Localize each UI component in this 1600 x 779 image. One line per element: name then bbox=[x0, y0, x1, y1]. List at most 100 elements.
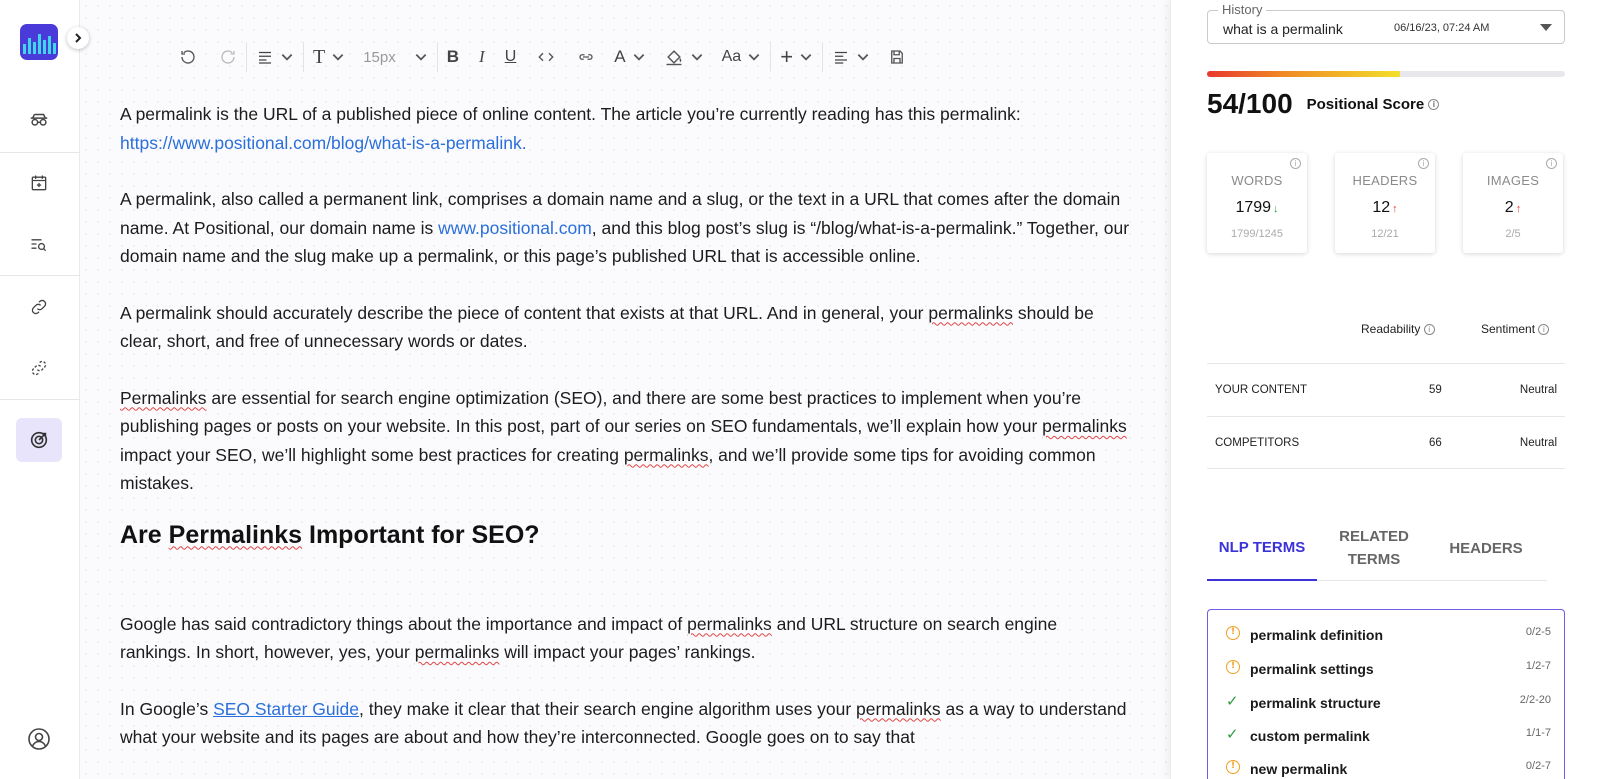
app-logo[interactable] bbox=[20, 24, 58, 60]
seo-starter-guide-link[interactable]: SEO Starter Guide bbox=[213, 699, 359, 719]
chevron-down-icon bbox=[281, 54, 293, 61]
rail-item-target[interactable] bbox=[16, 418, 62, 462]
list-item[interactable]: ! permalink definition 0/2-5 bbox=[1226, 624, 1551, 648]
history-date: 06/16/23, 07:24 AM bbox=[1394, 22, 1490, 34]
text-color-icon: A bbox=[614, 47, 626, 66]
warning-icon: ! bbox=[1226, 626, 1240, 640]
sentiment-header: Sentiment i bbox=[1481, 322, 1550, 336]
paragraph: Google has said contradictory things abo… bbox=[120, 613, 1058, 663]
words-card: i WORDS 1799 ↓ 1799/1245 bbox=[1207, 153, 1307, 253]
highlight-color-dropdown[interactable] bbox=[655, 42, 713, 72]
info-icon[interactable]: i bbox=[1428, 99, 1440, 111]
chevron-down-icon bbox=[691, 54, 702, 61]
info-icon[interactable]: i bbox=[1546, 158, 1557, 169]
italic-icon[interactable]: I bbox=[479, 47, 485, 67]
editor-area[interactable]: T 15px B I U A Aa + A permalink is the U… bbox=[80, 0, 1170, 779]
info-icon[interactable]: i bbox=[1538, 324, 1550, 336]
link-icon[interactable] bbox=[576, 48, 596, 66]
headers-card: i HEADERS 12 ↑ 12/21 bbox=[1335, 153, 1435, 253]
domain-link[interactable]: www.positional.com bbox=[438, 218, 592, 238]
insert-dropdown[interactable]: + bbox=[771, 42, 822, 72]
align-left-icon bbox=[835, 51, 848, 64]
redo-icon[interactable] bbox=[219, 48, 237, 66]
score-progress-bar bbox=[1207, 71, 1565, 77]
code-icon[interactable] bbox=[536, 48, 556, 66]
underline-icon[interactable]: U bbox=[505, 48, 517, 66]
check-icon: ✓ bbox=[1226, 692, 1239, 710]
tab-related-terms[interactable]: RELATED TERMS bbox=[1319, 515, 1429, 581]
list-item[interactable]: ✓ custom permalink 1/1-7 bbox=[1226, 725, 1551, 749]
bold-icon[interactable]: B bbox=[447, 47, 459, 67]
check-icon: ✓ bbox=[1226, 725, 1239, 743]
score-progress-fill bbox=[1207, 71, 1401, 77]
font-size-value: 15px bbox=[363, 48, 396, 66]
info-icon[interactable]: i bbox=[1423, 324, 1435, 336]
paragraph: A permalink, also called a permanent lin… bbox=[120, 189, 1130, 266]
score-label: Positional Score i bbox=[1307, 96, 1440, 113]
paragraph-icon bbox=[259, 51, 271, 64]
chevron-right-icon bbox=[75, 33, 82, 43]
paragraph: Permalinks are essential for search engi… bbox=[120, 387, 1127, 494]
rail-item-broken-link[interactable] bbox=[16, 346, 62, 390]
font-size-dropdown[interactable]: 15px bbox=[354, 42, 437, 72]
list-item[interactable]: ! new permalink 0/2-7 bbox=[1226, 758, 1551, 779]
left-rail bbox=[0, 0, 80, 779]
paragraph: In Google’s SEO Starter Guide, they make… bbox=[120, 698, 1127, 748]
section-heading: Are Permalinks Important for SEO? bbox=[120, 520, 540, 549]
permalink-url-link[interactable]: https://www.positional.com/blog/what-is-… bbox=[120, 133, 527, 153]
rail-item-seo[interactable] bbox=[16, 98, 62, 142]
arrow-down-icon: ↓ bbox=[1273, 203, 1279, 215]
user-avatar-icon bbox=[28, 728, 50, 750]
rail-item-account[interactable] bbox=[16, 717, 62, 761]
plus-icon: + bbox=[780, 44, 794, 69]
glasses-icon bbox=[30, 113, 48, 126]
text-case-dropdown[interactable]: Aa bbox=[713, 42, 771, 72]
seo-panel: History what is a permalink 06/16/23, 07… bbox=[1170, 0, 1600, 779]
chevron-down-icon bbox=[800, 54, 812, 61]
chevron-down-icon bbox=[332, 54, 344, 61]
chevron-down-icon bbox=[748, 54, 760, 61]
info-icon[interactable]: i bbox=[1290, 158, 1301, 169]
images-card: i IMAGES 2 ↑ 2/5 bbox=[1463, 153, 1563, 253]
history-select[interactable]: History what is a permalink 06/16/23, 07… bbox=[1207, 2, 1565, 44]
arrow-up-icon: ↑ bbox=[1392, 203, 1398, 215]
history-label: History bbox=[1218, 2, 1267, 17]
list-item[interactable]: ✓ permalink structure 2/2-20 bbox=[1226, 692, 1551, 716]
text-color-dropdown[interactable]: A bbox=[605, 42, 654, 72]
chevron-down-icon bbox=[633, 54, 644, 61]
rail-divider bbox=[0, 399, 80, 400]
tab-nlp-terms[interactable]: NLP TERMS bbox=[1207, 515, 1317, 581]
article-content[interactable]: A permalink is the URL of a published pi… bbox=[120, 100, 1130, 779]
search-list-icon bbox=[31, 239, 47, 252]
info-icon[interactable]: i bbox=[1418, 158, 1429, 169]
text-case-icon: Aa bbox=[721, 48, 742, 65]
save-icon[interactable] bbox=[888, 48, 906, 66]
paint-bucket-icon bbox=[666, 50, 682, 66]
nlp-terms-list: ! permalink definition 0/2-5 ! permalink… bbox=[1207, 609, 1565, 779]
editor-toolbar: T 15px B I U A Aa + bbox=[170, 42, 915, 72]
rail-item-search-list[interactable] bbox=[16, 222, 62, 266]
list-item[interactable]: ! permalink settings 1/2-7 bbox=[1226, 658, 1551, 682]
text-style-icon: T bbox=[313, 45, 326, 68]
rail-item-link[interactable] bbox=[16, 285, 62, 329]
calendar-add-icon bbox=[31, 175, 47, 191]
tab-headers[interactable]: HEADERS bbox=[1431, 515, 1541, 581]
paragraph: A permalink is the URL of a published pi… bbox=[120, 104, 1021, 153]
caret-down-icon bbox=[1540, 24, 1552, 31]
paragraph: A permalink should accurately describe t… bbox=[120, 302, 1094, 352]
rail-item-calendar[interactable] bbox=[16, 161, 62, 205]
positional-score: 54/100 Positional Score i bbox=[1207, 88, 1440, 120]
terms-tabs: NLP TERMS RELATED TERMS HEADERS bbox=[1207, 515, 1547, 581]
expand-sidebar-button[interactable] bbox=[67, 27, 89, 49]
chevron-down-icon bbox=[857, 54, 869, 61]
text-style-dropdown[interactable]: T bbox=[304, 42, 354, 72]
align-dropdown[interactable] bbox=[823, 42, 879, 72]
metrics-row-your-content: YOUR CONTENT 59 Neutral bbox=[1207, 363, 1565, 416]
history-value: what is a permalink bbox=[1223, 21, 1343, 37]
broken-link-icon bbox=[31, 360, 47, 376]
undo-icon[interactable] bbox=[179, 48, 197, 66]
link-icon bbox=[31, 299, 47, 315]
target-icon bbox=[30, 431, 48, 449]
rail-divider bbox=[0, 275, 80, 276]
paragraph-style-dropdown[interactable] bbox=[247, 42, 303, 72]
